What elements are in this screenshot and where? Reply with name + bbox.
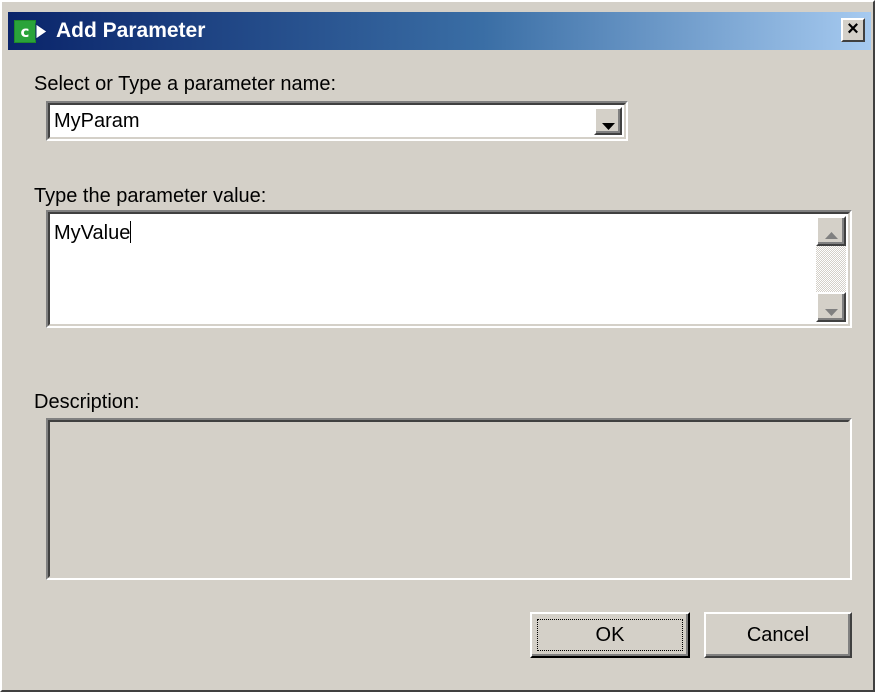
add-parameter-dialog: c Add Parameter × Select or Type a param… <box>0 0 875 692</box>
description-box <box>46 418 852 580</box>
title-bar[interactable]: c Add Parameter × <box>8 12 871 50</box>
svg-text:c: c <box>21 23 30 41</box>
window-title: Add Parameter <box>56 19 206 42</box>
scroll-down-icon <box>825 304 838 322</box>
scroll-up-icon <box>825 227 838 245</box>
ok-button[interactable]: OK <box>530 612 690 658</box>
param-value-textarea[interactable]: MyValue <box>46 210 852 328</box>
param-value-text: MyValue <box>54 221 132 244</box>
param-name-label: Select or Type a parameter name: <box>34 73 337 95</box>
scroll-track[interactable] <box>816 246 846 292</box>
text-caret <box>130 221 132 243</box>
description-label: Description: <box>34 391 140 413</box>
param-name-combobox[interactable]: MyParam <box>46 101 628 141</box>
scroll-down-button[interactable] <box>816 292 846 322</box>
scroll-up-button[interactable] <box>816 216 846 246</box>
cancel-button[interactable]: Cancel <box>704 612 852 658</box>
app-icon: c <box>14 20 48 43</box>
vertical-scrollbar[interactable] <box>816 216 846 322</box>
param-name-value: MyParam <box>54 110 140 132</box>
close-button[interactable]: × <box>841 18 865 42</box>
param-value-label: Type the parameter value: <box>34 185 267 207</box>
chevron-down-icon <box>602 118 615 136</box>
cancel-button-label: Cancel <box>746 623 810 646</box>
close-icon: × <box>847 18 859 40</box>
dropdown-button[interactable] <box>594 107 622 135</box>
ok-button-label: OK <box>595 623 625 646</box>
